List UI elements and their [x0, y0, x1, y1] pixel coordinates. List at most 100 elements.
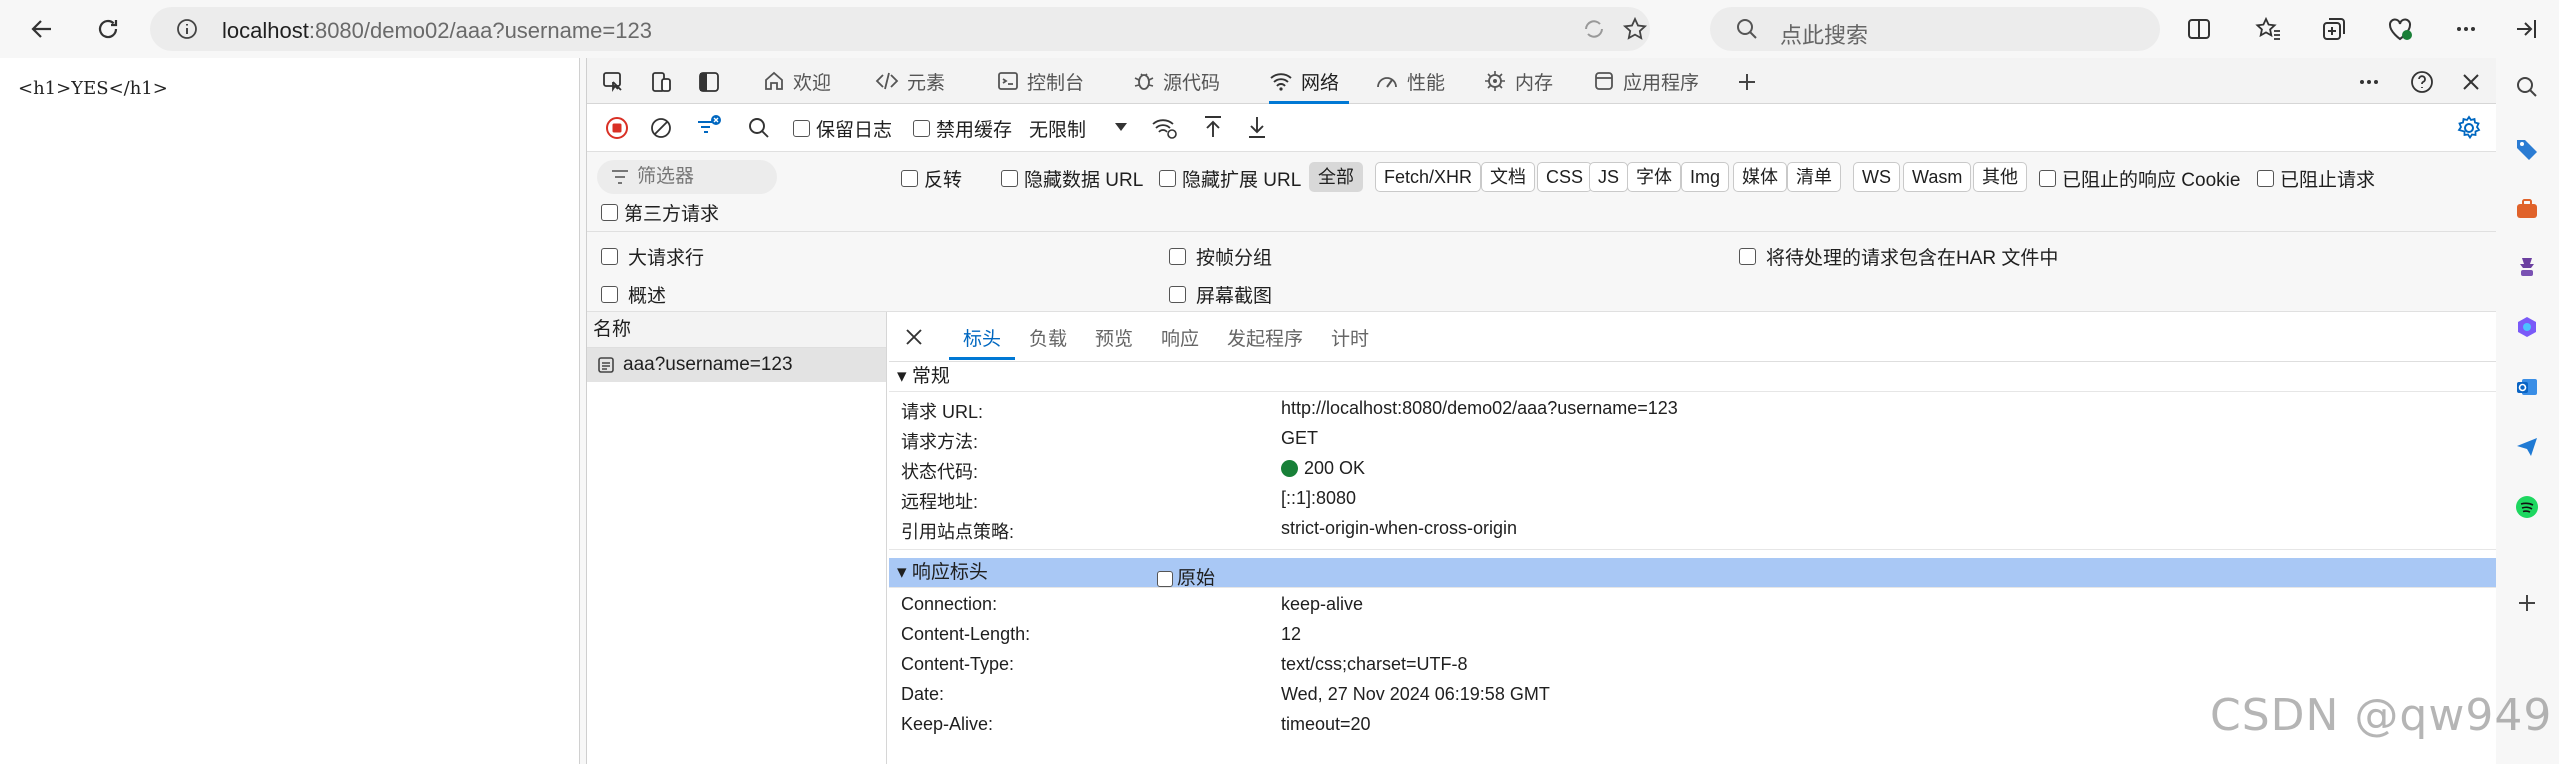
tab-timing[interactable]: 计时 [1331, 324, 1369, 351]
checkbox[interactable] [793, 119, 810, 137]
hide-ext-url-checkbox[interactable]: 隐藏扩展 URL [1159, 164, 1301, 192]
tab-payload[interactable]: 负载 [1029, 324, 1067, 351]
dock-side-icon[interactable] [697, 70, 721, 94]
more-options-icon[interactable] [2452, 15, 2480, 43]
checkbox[interactable] [913, 119, 930, 137]
inspect-icon[interactable] [601, 70, 625, 94]
big-rows-checkbox[interactable]: 大请求行 [601, 244, 704, 269]
chip-js[interactable]: JS [1589, 162, 1629, 192]
favorites-icon[interactable] [2254, 15, 2282, 43]
invert-checkbox[interactable]: 反转 [901, 164, 962, 192]
address-bar[interactable]: localhost:8080/demo02/aaa?username=123 [150, 7, 1650, 51]
group-by-frame-checkbox[interactable]: 按帧分组 [1169, 244, 1272, 269]
chip-css[interactable]: CSS [1537, 162, 1593, 192]
tab-welcome[interactable]: 欢迎 [763, 58, 831, 104]
disable-cache-checkbox[interactable]: 禁用缓存 [913, 114, 1012, 142]
har-pending-checkbox[interactable]: 将待处理的请求包含在HAR 文件中 [1739, 244, 2058, 269]
help-icon[interactable] [2409, 69, 2435, 95]
search-sidebar-icon[interactable] [2514, 74, 2540, 100]
tab-headers[interactable]: 标头 [948, 324, 1016, 360]
tab-response[interactable]: 响应 [1161, 324, 1199, 351]
devtools-more-icon[interactable] [2357, 70, 2381, 94]
chip-img[interactable]: Img [1681, 162, 1730, 192]
response-headers-section-header[interactable]: ▾ 响应标头 原始 [889, 558, 2496, 589]
clear-icon[interactable] [649, 116, 673, 140]
search-network-icon[interactable] [747, 116, 771, 140]
filter-toggle-icon[interactable] [695, 114, 723, 140]
tab-memory[interactable]: 内存 [1483, 58, 1553, 104]
checkbox[interactable] [2257, 169, 2274, 187]
collections-icon[interactable] [2320, 15, 2348, 43]
screenshots-checkbox[interactable]: 屏幕截图 [1169, 282, 1272, 307]
checkbox[interactable] [1739, 247, 1756, 265]
filter-input[interactable]: 筛选器 [597, 160, 777, 194]
checkbox[interactable] [601, 247, 618, 265]
chip-manifest[interactable]: 清单 [1787, 162, 1841, 192]
checkbox[interactable] [1169, 247, 1186, 265]
send-icon[interactable] [2514, 434, 2540, 460]
name-column-header[interactable]: 名称 [587, 312, 886, 348]
browser-essentials-icon[interactable] [2386, 15, 2414, 43]
url-path: :8080/demo02/aaa?username=123 [308, 18, 652, 43]
split-screen-icon[interactable] [2186, 16, 2212, 42]
checkbox[interactable] [1159, 169, 1176, 187]
hide-data-url-checkbox[interactable]: 隐藏数据 URL [1001, 164, 1143, 192]
favorite-star-icon[interactable] [1622, 16, 1648, 42]
translate-icon[interactable] [1582, 17, 1606, 41]
chip-all[interactable]: 全部 [1309, 162, 1363, 192]
overview-checkbox[interactable]: 概述 [601, 282, 666, 307]
checkbox[interactable] [1001, 169, 1018, 187]
games-icon[interactable] [2514, 254, 2540, 280]
tab-label: 控制台 [1027, 72, 1085, 94]
export-har-icon[interactable] [1245, 114, 1269, 140]
checkbox[interactable] [901, 169, 918, 187]
outlook-icon[interactable] [2514, 374, 2540, 400]
record-stop-icon[interactable] [605, 116, 629, 140]
preserve-log-checkbox[interactable]: 保留日志 [793, 114, 892, 142]
checkbox[interactable] [601, 203, 618, 221]
sidebar-toggle-icon[interactable] [2512, 15, 2540, 43]
third-party-checkbox[interactable]: 第三方请求 [601, 198, 719, 226]
tab-preview[interactable]: 预览 [1095, 324, 1133, 351]
close-devtools-icon[interactable] [2459, 70, 2483, 94]
request-row[interactable]: aaa?username=123 [587, 348, 886, 382]
add-tab-icon[interactable] [1735, 70, 1759, 94]
tab-performance[interactable]: 性能 [1375, 58, 1445, 104]
device-emulation-icon[interactable] [649, 70, 673, 94]
back-button[interactable] [22, 9, 62, 49]
checkbox[interactable] [601, 285, 618, 303]
checkbox[interactable] [2039, 169, 2056, 187]
chip-fetch-xhr[interactable]: Fetch/XHR [1375, 162, 1482, 192]
chip-media[interactable]: 媒体 [1733, 162, 1787, 192]
header-key: 请求 URL: [901, 402, 984, 422]
checkbox[interactable] [1169, 285, 1186, 303]
chip-other[interactable]: 其他 [1973, 162, 2027, 192]
chip-font[interactable]: 字体 [1627, 162, 1681, 192]
toolbox-icon[interactable] [2514, 196, 2540, 222]
chip-ws[interactable]: WS [1853, 162, 1900, 192]
blocked-requests-checkbox[interactable]: 已阻止请求 [2257, 164, 2375, 192]
throttling-select[interactable]: 无限制 [1029, 114, 1139, 142]
chip-wasm[interactable]: Wasm [1903, 162, 1972, 192]
blocked-cookies-checkbox[interactable]: 已阻止的响应 Cookie [2039, 164, 2240, 192]
info-icon[interactable] [176, 18, 198, 40]
general-section-header[interactable]: ▾ 常规 [889, 362, 2496, 392]
tab-application[interactable]: 应用程序 [1593, 58, 1699, 104]
network-settings-icon[interactable] [2455, 114, 2483, 142]
search-box[interactable]: 点此搜索 [1710, 7, 2160, 51]
network-conditions-icon[interactable] [1151, 115, 1179, 141]
spotify-icon[interactable] [2514, 494, 2540, 520]
copilot-icon[interactable] [2514, 314, 2540, 340]
tag-icon[interactable] [2514, 136, 2540, 162]
close-detail-icon[interactable] [903, 326, 925, 348]
add-sidebar-icon[interactable] [2514, 590, 2540, 616]
tab-elements[interactable]: 元素 [875, 58, 945, 104]
tab-console[interactable]: 控制台 [997, 58, 1084, 104]
reload-button[interactable] [88, 9, 128, 49]
import-har-icon[interactable] [1201, 114, 1225, 140]
chip-doc[interactable]: 文档 [1481, 162, 1535, 192]
tab-sources[interactable]: 源代码 [1133, 58, 1220, 104]
tab-initiator[interactable]: 发起程序 [1227, 324, 1303, 351]
tab-network[interactable]: 网络 [1269, 58, 1350, 104]
checkbox[interactable] [1157, 571, 1173, 587]
